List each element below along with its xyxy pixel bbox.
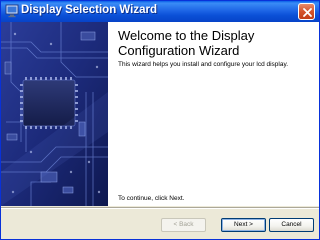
wizard-client-area: Welcome to the Display Configuration Wiz… (1, 22, 319, 206)
continue-hint: To continue, click Next. (118, 195, 185, 202)
title-bar[interactable]: Display Selection Wizard (1, 1, 319, 22)
cancel-button[interactable]: Cancel (269, 218, 314, 232)
wizard-description: This wizard helps you install and config… (118, 61, 289, 68)
circuit-board-image (1, 22, 108, 206)
monitor-icon (5, 4, 19, 18)
next-button[interactable]: Next > (221, 218, 266, 232)
window-title: Display Selection Wizard (21, 4, 158, 16)
wizard-window: Display Selection Wizard Welcome to the … (0, 0, 320, 240)
wizard-content: Welcome to the Display Configuration Wiz… (108, 22, 319, 206)
button-separator (1, 207, 319, 209)
close-icon (303, 8, 312, 17)
close-button[interactable] (298, 3, 315, 20)
wizard-heading: Welcome to the Display Configuration Wiz… (118, 28, 255, 58)
back-button[interactable]: < Back (161, 218, 206, 232)
